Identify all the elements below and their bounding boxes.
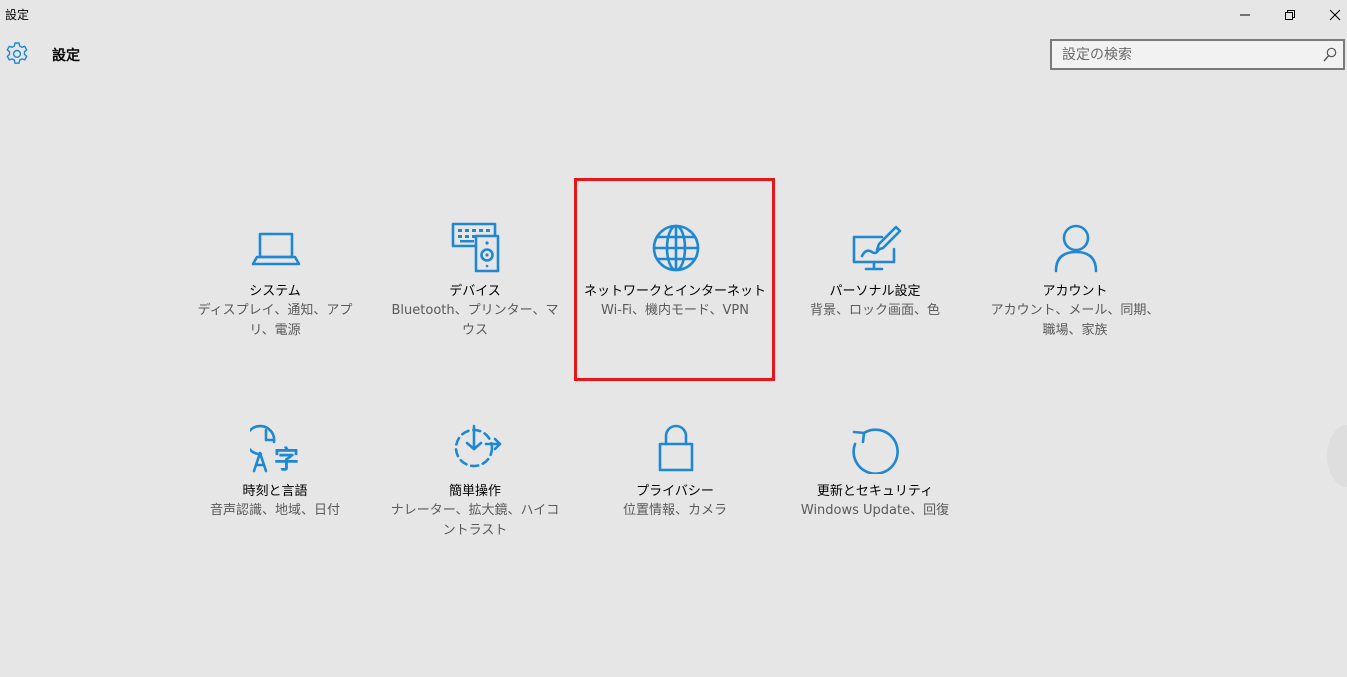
tile-label: デバイス: [449, 284, 501, 299]
lock-icon: [650, 422, 702, 474]
monitor-pen-icon: [850, 222, 902, 274]
ease-of-access-icon: [450, 422, 502, 474]
tile-description: ナレーター、拡大鏡、ハイコントラスト: [390, 503, 560, 538]
tile-label: アカウント: [1042, 284, 1108, 299]
clock-language-icon: 字: [250, 422, 302, 474]
globe-icon: [650, 222, 702, 274]
scroll-edge-handle[interactable]: [1327, 425, 1347, 487]
settings-search[interactable]: [1050, 39, 1345, 70]
settings-window: 設定 設定 設定の検索 システム ディスプレイ、通知、アプリ、電源 デバイス B…: [0, 0, 1347, 677]
tile-description: ディスプレイ、通知、アプリ、電源: [197, 303, 353, 338]
tile-label: 更新とセキュリティ: [816, 484, 934, 499]
tile-label: 簡単操作: [448, 484, 501, 499]
close-icon: [1329, 9, 1341, 21]
tile-description: Wi-Fi、機内モード、VPN: [601, 303, 749, 318]
minimize-icon: [1240, 14, 1250, 16]
restore-button[interactable]: [1267, 0, 1313, 30]
tile-description: 音声認識、地域、日付: [209, 503, 340, 518]
refresh-icon: [850, 422, 902, 474]
tile-label: 時刻と言語: [242, 484, 308, 499]
tile-label: パーソナル設定: [829, 284, 921, 299]
page-title: 設定: [52, 48, 80, 64]
keyboard-speaker-icon: [450, 222, 502, 274]
minimize-button[interactable]: [1222, 0, 1268, 30]
laptop-icon: [250, 222, 302, 274]
tile-description: アカウント、メール、同期、職場、家族: [990, 303, 1160, 338]
restore-icon: [1285, 10, 1295, 20]
close-button[interactable]: [1312, 0, 1347, 30]
tile-label: ネットワークとインターネット: [583, 284, 766, 299]
title-bar: 設定: [0, 0, 1347, 30]
window-title: 設定: [5, 8, 30, 22]
tile-description: Bluetooth、プリンター、マウス: [391, 303, 559, 338]
tile-description: 位置情報、カメラ: [622, 503, 727, 518]
person-icon: [1050, 222, 1102, 274]
tile-label: システム: [249, 284, 301, 299]
search-input[interactable]: [1062, 45, 1312, 65]
tile-description: 背景、ロック画面、色: [809, 303, 940, 318]
gear-icon: [4, 41, 30, 67]
svg-text:字: 字: [274, 445, 299, 474]
tile-label: プライバシー: [636, 484, 714, 499]
search-icon[interactable]: [1323, 47, 1337, 63]
tile-description: Windows Update、回復: [800, 503, 950, 518]
